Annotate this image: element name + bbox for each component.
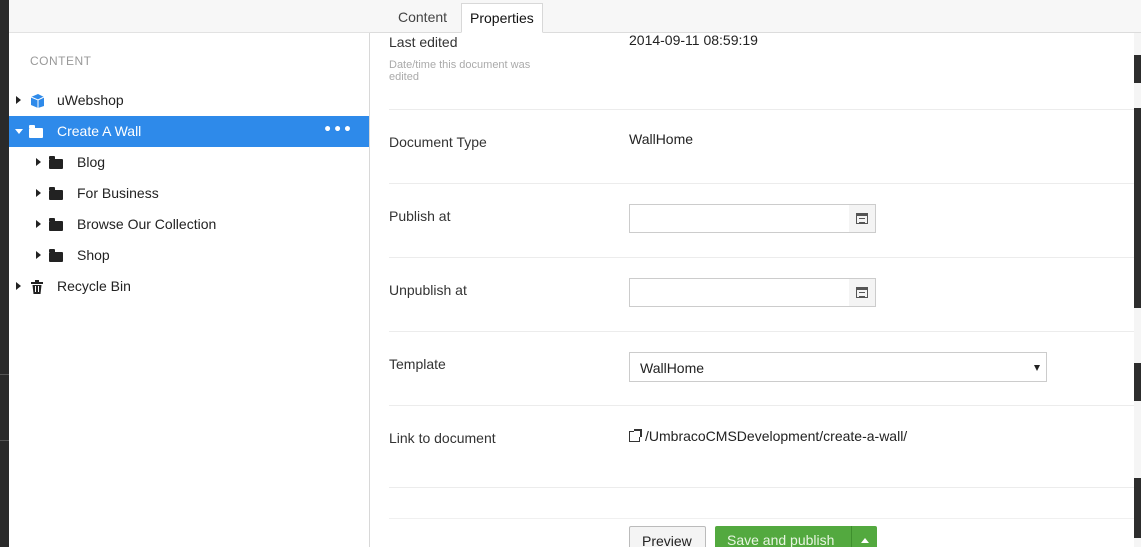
document-link-text: /UmbracoCMSDevelopment/create-a-wall/: [645, 428, 908, 444]
box-icon: [29, 93, 45, 113]
save-and-publish-button[interactable]: Save and publish: [715, 526, 851, 547]
tree-node-label: Browse Our Collection: [77, 216, 217, 232]
tree-node-label: For Business: [77, 185, 159, 201]
strip-block: [1134, 55, 1141, 83]
last-edited-description: Date/time this document was edited: [389, 59, 531, 83]
tree-node-shop[interactable]: Shop: [9, 240, 369, 271]
row-divider: [389, 257, 1141, 258]
folder-icon: [49, 249, 63, 262]
tree-node-label: Blog: [77, 154, 106, 170]
row-divider: [389, 109, 1141, 110]
tree-node-label: Shop: [77, 247, 110, 263]
template-select[interactable]: WallHome: [629, 352, 1047, 382]
folder-icon: [49, 218, 63, 231]
folder-icon: [49, 156, 63, 169]
tree-node-create-a-wall[interactable]: Create A Wall •••: [9, 116, 369, 147]
tree-node-label: Create A Wall: [57, 123, 142, 139]
more-options-icon[interactable]: •••: [323, 122, 353, 138]
preview-button[interactable]: Preview: [629, 526, 706, 547]
unpublish-at-picker: [629, 278, 876, 307]
footer-divider: [389, 518, 1141, 519]
tree-node-blog[interactable]: Blog: [9, 147, 369, 178]
strip-block: [1134, 478, 1141, 538]
expand-arrow-icon[interactable]: [16, 96, 21, 104]
tab-properties[interactable]: Properties: [461, 3, 543, 33]
template-selected-value: WallHome: [640, 360, 705, 376]
expand-arrow-icon[interactable]: [36, 158, 41, 166]
expand-arrow-icon[interactable]: [36, 189, 41, 197]
external-link-icon: [629, 429, 642, 442]
caret-up-icon: [861, 538, 869, 543]
unpublish-at-calendar-button[interactable]: [849, 279, 875, 306]
last-edited-label: Last edited: [389, 34, 458, 50]
unpublish-at-input[interactable]: [630, 279, 850, 306]
publish-at-label: Publish at: [389, 208, 451, 224]
row-divider: [389, 405, 1141, 406]
tree-heading: CONTENT: [30, 54, 92, 68]
left-app-strip: [0, 0, 9, 547]
tree-node-label: Recycle Bin: [57, 278, 131, 294]
calendar-icon: [856, 213, 868, 224]
strip-block: [1134, 108, 1141, 308]
calendar-icon: [856, 287, 868, 298]
publish-at-picker: [629, 204, 876, 233]
folder-icon: [49, 187, 63, 200]
tree-node-uwebshop[interactable]: uWebshop: [9, 85, 369, 116]
publish-at-calendar-button[interactable]: [849, 205, 875, 232]
unpublish-at-label: Unpublish at: [389, 282, 467, 298]
tab-bar: Content Properties: [370, 0, 1141, 33]
row-divider: [389, 183, 1141, 184]
row-divider: [389, 331, 1141, 332]
document-link[interactable]: /UmbracoCMSDevelopment/create-a-wall/: [629, 428, 907, 444]
save-options-button[interactable]: [851, 526, 877, 547]
row-divider: [389, 487, 1141, 488]
last-edited-value: 2014-09-11 08:59:19: [629, 32, 758, 48]
editor-panel: Content Properties Last edited Date/time…: [370, 0, 1141, 547]
collapse-arrow-icon[interactable]: [15, 129, 23, 134]
tree-node-browse-our-collection[interactable]: Browse Our Collection: [9, 209, 369, 240]
expand-arrow-icon[interactable]: [36, 220, 41, 228]
document-type-value: WallHome: [629, 131, 694, 147]
strip-divider: [0, 440, 9, 441]
dropdown-caret-icon: [1034, 365, 1040, 371]
tab-content[interactable]: Content: [390, 3, 455, 33]
tree-node-for-business[interactable]: For Business: [9, 178, 369, 209]
trash-icon: [31, 279, 43, 298]
right-edge-strip: [1134, 33, 1141, 547]
template-label: Template: [389, 356, 446, 372]
content-tree-panel: CONTENT uWebshop Create A Wall ••• Blog …: [9, 0, 370, 547]
tree-header-bar: [9, 0, 370, 33]
expand-arrow-icon[interactable]: [36, 251, 41, 259]
tree-node-label: uWebshop: [57, 92, 124, 108]
folder-icon: [29, 125, 43, 138]
expand-arrow-icon[interactable]: [16, 282, 21, 290]
publish-at-input[interactable]: [630, 205, 850, 232]
link-to-document-label: Link to document: [389, 430, 496, 446]
tree-node-recycle-bin[interactable]: Recycle Bin: [9, 271, 369, 302]
document-type-label: Document Type: [389, 134, 487, 150]
strip-divider: [0, 374, 9, 375]
strip-block: [1134, 363, 1141, 401]
